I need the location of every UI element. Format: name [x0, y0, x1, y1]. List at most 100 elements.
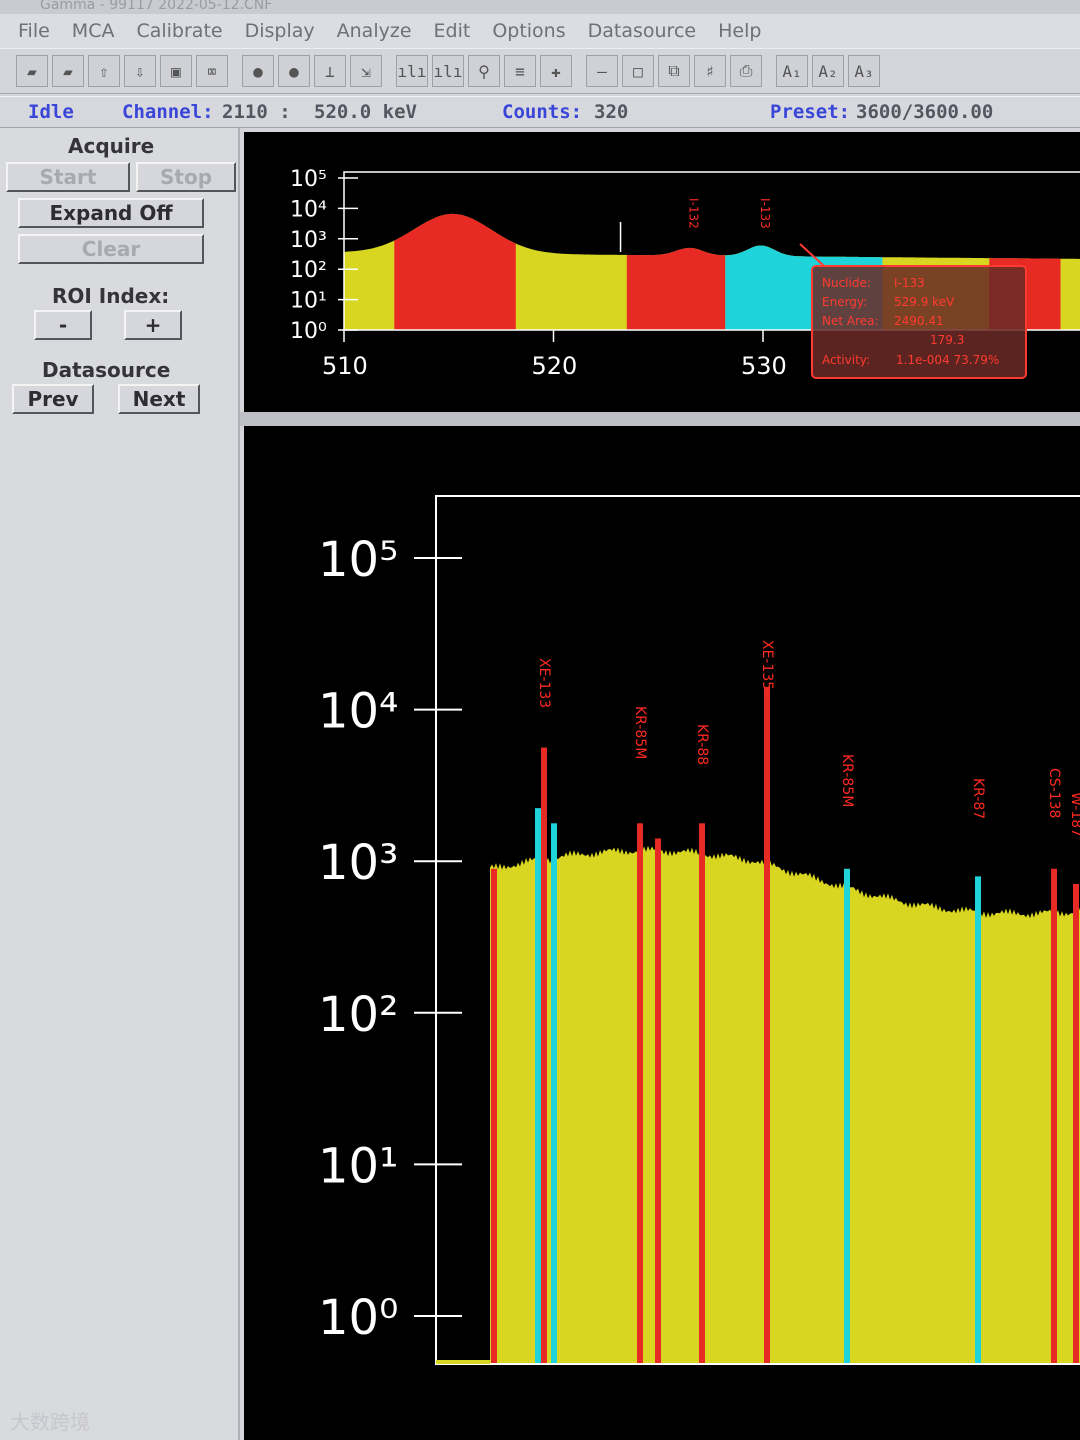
x-tick-label: 530 [741, 352, 787, 380]
tooltip-energy: 529.9 keV [894, 295, 955, 309]
peak-label: XE-135 [759, 640, 775, 690]
stop-button[interactable]: Stop [136, 162, 236, 192]
baseline-icon[interactable]: ⊥ [314, 55, 346, 87]
tooltip-net-area-label: Net Area: [822, 314, 879, 328]
roi-line-7[interactable] [764, 686, 770, 1364]
analyze-2-icon[interactable]: A₂ [812, 55, 844, 87]
menu-file[interactable]: File [18, 20, 50, 42]
status-bar: Idle Channel: 2110 : 520.0 keV Counts: 3… [0, 96, 1080, 128]
channel-value: 2110 : [222, 101, 291, 123]
roi-line-1[interactable] [535, 808, 541, 1364]
menu-edit[interactable]: Edit [434, 20, 471, 42]
peak-label: I-132 [687, 198, 701, 229]
menu-options[interactable]: Options [492, 20, 565, 42]
download-icon[interactable]: ⇩ [124, 55, 156, 87]
menu-mca[interactable]: MCA [72, 20, 115, 42]
menu-display[interactable]: Display [245, 20, 315, 42]
expand-button[interactable]: Expand Off [18, 198, 204, 228]
roi-line-11[interactable] [1073, 883, 1079, 1364]
peak-label: I-133 [758, 198, 772, 229]
menu-help[interactable]: Help [718, 20, 761, 42]
full-spectrum-view[interactable]: 10⁰ 10¹ 10² 10³ 10⁴ 10⁵ XE-133 KR-85M KR-88 XE-1… [244, 426, 1080, 1440]
energy-value: 520.0 keV [314, 101, 417, 123]
roi-line-2[interactable] [541, 747, 547, 1365]
scale-icon[interactable]: ⇲ [350, 55, 382, 87]
tooltip-activity-label: Activity: [822, 353, 870, 367]
acquire-label: Acquire [68, 134, 155, 158]
cascade-icon[interactable]: ⧉ [658, 55, 690, 87]
y-tick-label: 10⁵ [290, 167, 327, 192]
y-tick-label: 10² [318, 987, 398, 1043]
preset-value: 3600/3600.00 [856, 101, 994, 123]
layers-icon[interactable]: ≡ [504, 55, 536, 87]
y-tick-label: 10⁴ [318, 684, 398, 740]
roi-region-1[interactable] [626, 247, 726, 330]
minimize-icon[interactable]: — [586, 55, 618, 87]
menu-datasource[interactable]: Datasource [588, 20, 696, 42]
record-icon[interactable]: ● [242, 55, 274, 87]
view-divider[interactable] [240, 412, 1080, 426]
tooltip-net-area: 2490.41 [894, 314, 944, 328]
window-icon[interactable]: □ [622, 55, 654, 87]
y-tick-label: 10¹ [318, 1138, 398, 1194]
print-icon[interactable]: ⎙ [730, 55, 762, 87]
menu-calibrate[interactable]: Calibrate [136, 20, 222, 42]
roi-plus-button[interactable]: + [124, 310, 182, 340]
roi-minus-button[interactable]: - [34, 310, 92, 340]
expanded-spectrum-chart[interactable]: 10⁰10¹10²10³10⁴10⁵51052053055 I-132I-133… [244, 132, 1080, 412]
roi-line-5[interactable] [655, 838, 661, 1364]
roi-line-10[interactable] [1051, 868, 1057, 1364]
peak-label: XE-133 [536, 658, 552, 708]
roi-line-8[interactable] [844, 868, 850, 1364]
window-title: Gamma - 99117 2022-05-12.CNF [0, 0, 1080, 14]
tooltip-energy-label: Energy: [822, 295, 867, 309]
channel-label: Channel: [122, 101, 214, 123]
save-icon[interactable]: ▣ [160, 55, 192, 87]
analyze-3-icon[interactable]: A₃ [848, 55, 880, 87]
start-button[interactable]: Start [6, 162, 130, 192]
x-tick-label: 520 [532, 352, 578, 380]
stop-record-icon[interactable]: ● [278, 55, 310, 87]
roi-line-4[interactable] [637, 823, 643, 1364]
peak-label: KR-87 [970, 778, 986, 819]
roi-line-0[interactable] [491, 868, 497, 1364]
status-state: Idle [28, 101, 74, 123]
peak-label: KR-85M [839, 754, 855, 807]
menu-analyze[interactable]: Analyze [337, 20, 412, 42]
y-tick-label: 10³ [318, 835, 398, 891]
upload-icon[interactable]: ⇧ [88, 55, 120, 87]
log-spectrum-icon[interactable]: ılı [432, 55, 464, 87]
spectrum-area [490, 845, 1080, 1364]
expanded-spectrum-view[interactable]: 10⁰10¹10²10³10⁴10⁵51052053055 I-132I-133… [244, 132, 1080, 412]
counts-label: Counts: [502, 101, 583, 123]
tooltip-net-area-err: 179.3 [930, 333, 964, 347]
next-button[interactable]: Next [118, 384, 200, 414]
roi-region-0[interactable] [394, 213, 516, 330]
detector-icon[interactable]: ⌧ [196, 55, 228, 87]
roi-line-3[interactable] [551, 823, 557, 1364]
zoom-icon[interactable]: ⚲ [468, 55, 500, 87]
y-tick-label: 10⁰ [318, 1290, 398, 1346]
y-tick-label: 10⁵ [318, 532, 398, 588]
peak-label: KR-88 [694, 724, 710, 765]
roi-line-9[interactable] [975, 876, 981, 1364]
tooltip-activity: 1.1e-004 73.79% [896, 353, 999, 367]
linear-spectrum-icon[interactable]: ılı [396, 55, 428, 87]
settings-icon[interactable]: ♯ [694, 55, 726, 87]
open-icon[interactable]: ▰ [16, 55, 48, 87]
open-folder-icon[interactable]: ▰ [52, 55, 84, 87]
tooltip-nuclide: I-133 [894, 276, 925, 290]
y-tick-label: 10⁰ [290, 319, 327, 344]
analyze-1-icon[interactable]: A₁ [776, 55, 808, 87]
peak-label: KR-85M [632, 706, 648, 759]
roi-index-label: ROI Index: [52, 284, 170, 308]
clear-button[interactable]: Clear [18, 234, 204, 264]
full-spectrum-chart[interactable]: 10⁰ 10¹ 10² 10³ 10⁴ 10⁵ XE-133 KR-85M KR-88 XE-1… [244, 426, 1080, 1440]
roi-line-6[interactable] [699, 823, 705, 1364]
y-tick-label: 10⁴ [290, 197, 327, 222]
prev-button[interactable]: Prev [12, 384, 94, 414]
y-tick-label: 10² [290, 258, 327, 283]
crosshair-icon[interactable]: ✚ [540, 55, 572, 87]
y-tick-label: 10³ [290, 228, 327, 253]
tooltip-nuclide-label: Nuclide: [822, 276, 871, 290]
